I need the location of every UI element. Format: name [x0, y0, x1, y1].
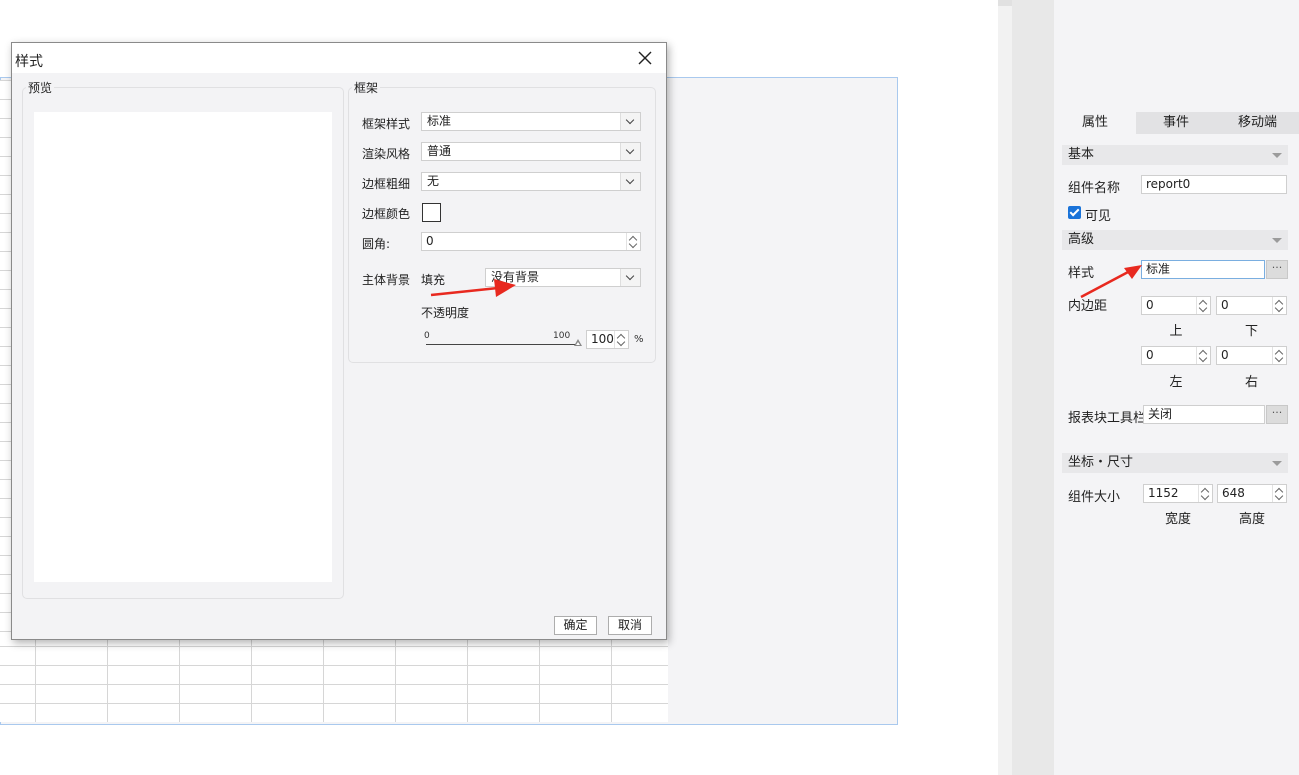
tab-events[interactable]: 事件 [1136, 112, 1216, 134]
height-value: 648 [1222, 486, 1245, 500]
stepper[interactable] [1272, 347, 1286, 364]
chevron-down-icon[interactable] [620, 269, 640, 286]
border-width-label: 边框粗细 [362, 177, 411, 191]
component-name-label: 组件名称 [1068, 181, 1121, 196]
opacity-input[interactable]: 100 [586, 330, 629, 349]
size-label: 组件大小 [1068, 490, 1121, 505]
top-label: 上 [1169, 324, 1183, 339]
chevron-down-icon[interactable] [620, 173, 640, 190]
border-width-value: 无 [427, 174, 440, 188]
chevron-down-icon [1272, 153, 1282, 158]
dialog-title: 样式 [15, 54, 43, 70]
toolbar-label: 报表块工具栏 [1068, 411, 1147, 426]
stepper[interactable] [1196, 297, 1210, 314]
stepper[interactable] [1272, 485, 1286, 502]
stepper[interactable] [1198, 485, 1212, 502]
preview-area [34, 112, 332, 582]
stepper[interactable] [614, 331, 628, 348]
preview-label: 预览 [26, 79, 55, 96]
render-style-label: 渲染风格 [362, 147, 411, 161]
bottom-label: 下 [1244, 324, 1258, 339]
chevron-down-icon[interactable] [620, 113, 640, 130]
width-value: 1152 [1148, 486, 1179, 500]
panel-splitter[interactable] [1012, 0, 1054, 775]
opacity-value: 100 [591, 332, 614, 346]
toolbar-input[interactable]: 关闭 [1143, 405, 1265, 424]
style-more-button[interactable]: ··· [1266, 260, 1288, 279]
chevron-down-icon [1272, 461, 1282, 466]
padding-top-input[interactable]: 0 [1141, 296, 1211, 315]
render-style-select[interactable]: 普通 [421, 142, 641, 161]
section-advanced-label: 高级 [1068, 232, 1095, 247]
render-style-value: 普通 [427, 144, 452, 158]
border-color-label: 边框颜色 [362, 207, 411, 221]
width-input[interactable]: 1152 [1143, 484, 1213, 503]
annotation-arrow-icon [1080, 265, 1142, 299]
opacity-slider-track[interactable] [426, 344, 579, 345]
border-width-select[interactable]: 无 [421, 172, 641, 191]
tab-mobile[interactable]: 移动端 [1216, 112, 1299, 134]
frame-style-select[interactable]: 标准 [421, 112, 641, 131]
slider-min-label: 0 [424, 331, 430, 341]
panel-gutter [998, 0, 1012, 775]
opacity-label: 不透明度 [421, 306, 470, 320]
ok-button[interactable]: 确定 [554, 616, 597, 635]
width-label: 宽度 [1164, 512, 1191, 527]
padding-right-value: 0 [1221, 348, 1229, 362]
chevron-down-icon [1272, 238, 1282, 243]
stepper[interactable] [1196, 347, 1210, 364]
stepper[interactable] [626, 233, 640, 250]
frame-label: 框架 [352, 79, 381, 96]
corner-input[interactable]: 0 [421, 232, 641, 251]
frame-style-value: 标准 [427, 114, 452, 128]
dialog-titlebar[interactable] [12, 43, 666, 73]
section-basic[interactable]: 基本 [1062, 145, 1288, 165]
section-coords-label: 坐标・尺寸 [1068, 455, 1134, 470]
frame-style-label: 框架样式 [362, 117, 411, 131]
opacity-slider-thumb-inner [576, 342, 580, 345]
right-label: 右 [1244, 375, 1258, 390]
stepper[interactable] [1272, 297, 1286, 314]
padding-left-value: 0 [1146, 348, 1154, 362]
visible-label: 可见 [1085, 209, 1112, 224]
spreadsheet-grid [0, 640, 668, 722]
height-input[interactable]: 648 [1217, 484, 1287, 503]
height-label: 高度 [1238, 512, 1265, 527]
padding-bottom-value: 0 [1221, 298, 1229, 312]
left-label: 左 [1169, 375, 1183, 390]
close-icon[interactable] [634, 49, 656, 67]
annotation-arrow-icon [430, 279, 516, 297]
padding-right-input[interactable]: 0 [1216, 346, 1287, 365]
visible-checkbox[interactable] [1068, 206, 1081, 219]
padding-bottom-input[interactable]: 0 [1216, 296, 1287, 315]
padding-top-value: 0 [1146, 298, 1154, 312]
border-color-swatch[interactable] [422, 203, 441, 222]
section-basic-label: 基本 [1068, 147, 1095, 162]
cancel-button[interactable]: 取消 [608, 616, 652, 635]
section-advanced[interactable]: 高级 [1062, 230, 1288, 250]
component-name-input[interactable]: report0 [1141, 175, 1287, 194]
corner-label: 圆角: [362, 237, 391, 251]
padding-left-input[interactable]: 0 [1141, 346, 1211, 365]
opacity-unit: % [634, 334, 644, 345]
style-input[interactable]: 标准 [1141, 260, 1265, 279]
tab-properties[interactable]: 属性 [1054, 112, 1136, 134]
toolbar-more-button[interactable]: ··· [1266, 405, 1288, 424]
chevron-down-icon[interactable] [620, 143, 640, 160]
corner-value: 0 [426, 234, 434, 248]
body-bg-label: 主体背景 [362, 273, 411, 287]
slider-max-label: 100 [553, 331, 571, 341]
panel-gutter-top [998, 0, 1012, 6]
section-coords[interactable]: 坐标・尺寸 [1062, 453, 1288, 473]
